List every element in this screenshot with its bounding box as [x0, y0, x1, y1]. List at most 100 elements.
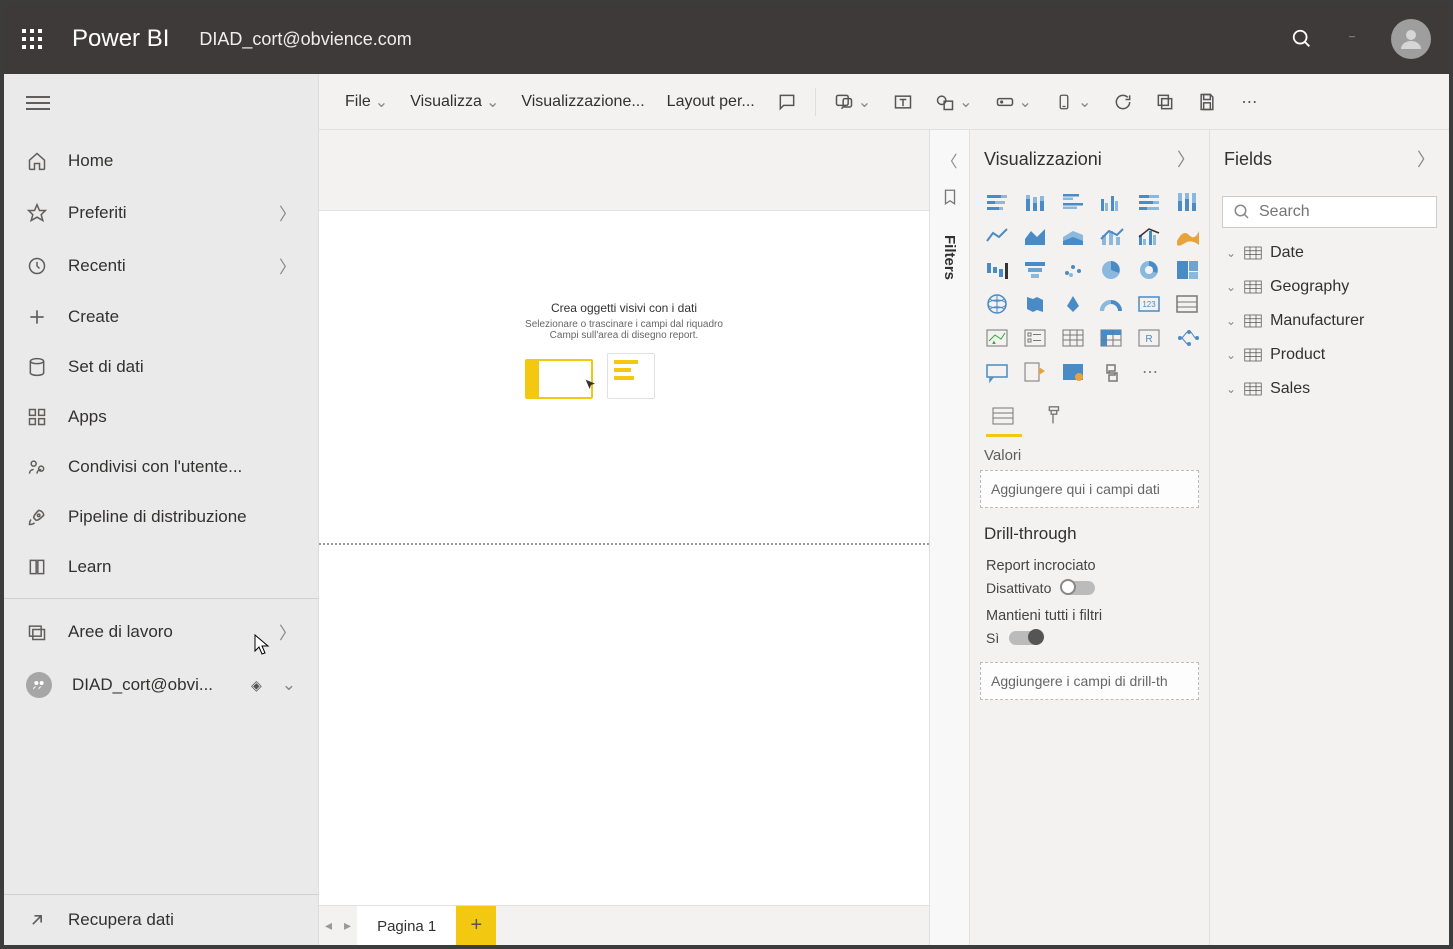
filters-label[interactable]: Filters [941, 235, 958, 280]
page-add-button[interactable]: + [456, 906, 496, 946]
table-icon [1244, 348, 1262, 362]
viz-line[interactable] [982, 222, 1014, 250]
viz-kpi[interactable]: ▲ [982, 324, 1014, 352]
viz-smart-narrative[interactable] [1058, 358, 1090, 386]
nav-current-workspace[interactable]: DIAD_cort@obvi... ◈ ⌄ [4, 658, 318, 712]
field-table-product[interactable]: ⌄Product [1210, 338, 1449, 372]
fields-search-input[interactable] [1259, 203, 1449, 221]
viz-ribbon[interactable] [1172, 222, 1204, 250]
viz-get-more[interactable]: ⋯ [1134, 358, 1166, 386]
viz-key-influencers[interactable] [1020, 358, 1052, 386]
viz-clustered-column[interactable] [1096, 188, 1128, 216]
nav-workspaces[interactable]: Aree di lavoro 〉 [4, 605, 318, 658]
viz-qa[interactable] [982, 358, 1014, 386]
fields-tab-icon[interactable] [988, 404, 1018, 428]
viz-100-column[interactable] [1172, 188, 1204, 216]
brand-title: Power BI [72, 25, 169, 53]
tb-buttons-dropdown[interactable]: ⌄ [987, 86, 1040, 118]
search-icon[interactable] [1291, 28, 1313, 50]
header-breadcrumb[interactable]: DIAD_cort@obvience.com [199, 29, 411, 50]
page-next[interactable]: ▸ [338, 917, 357, 934]
hamburger-icon[interactable] [4, 74, 318, 132]
viz-pane-title: Visualizzazioni [984, 149, 1102, 170]
viz-table[interactable] [1058, 324, 1090, 352]
cross-report-toggle[interactable] [1061, 581, 1095, 595]
viz-stacked-area[interactable] [1058, 222, 1090, 250]
viz-line-stacked-column[interactable] [1096, 222, 1128, 250]
keep-filters-toggle[interactable] [1009, 631, 1043, 645]
tb-textbox-icon[interactable] [885, 86, 921, 118]
tb-refresh-icon[interactable] [1105, 86, 1141, 118]
viz-slicer[interactable] [1020, 324, 1052, 352]
table-icon [1244, 280, 1262, 294]
page-tab-1[interactable]: Pagina 1 [357, 906, 456, 945]
drill-drop-zone[interactable]: Aggiungere i campi di drill-th [980, 662, 1199, 700]
nav-favorites[interactable]: Preferiti 〉 [4, 186, 318, 239]
nav-datasets[interactable]: Set di dati [4, 342, 318, 392]
field-table-manufacturer[interactable]: ⌄Manufacturer [1210, 304, 1449, 338]
values-drop-zone[interactable]: Aggiungere qui i campi dati [980, 470, 1199, 508]
more-icon[interactable] [1341, 28, 1363, 50]
nav-get-data[interactable]: Recupera dati [4, 894, 318, 945]
collapse-viz-icon[interactable]: 〉 [1177, 146, 1195, 172]
tb-duplicate-icon[interactable] [1147, 86, 1183, 118]
tb-mobile-dropdown[interactable]: ⌄ [1046, 86, 1099, 118]
tb-comment-icon[interactable] [769, 86, 805, 118]
tb-chat-dropdown[interactable]: ⌄ [826, 86, 879, 118]
viz-waterfall[interactable] [982, 256, 1014, 284]
viz-pie[interactable] [1096, 256, 1128, 284]
nav-home[interactable]: Home [4, 136, 318, 186]
viz-matrix[interactable] [1096, 324, 1128, 352]
field-table-sales[interactable]: ⌄Sales [1210, 372, 1449, 406]
viz-multi-card[interactable] [1172, 290, 1204, 318]
nav-learn[interactable]: Learn [4, 542, 318, 592]
menu-view[interactable]: Visualizza⌄ [402, 86, 507, 118]
report-canvas[interactable]: Crea oggetti visivi con i dati Seleziona… [319, 210, 929, 905]
viz-100-bar[interactable] [1134, 188, 1166, 216]
page-tabs: ◂ ▸ Pagina 1 + [319, 905, 929, 945]
shared-icon [26, 456, 48, 478]
viz-r[interactable]: R [1134, 324, 1166, 352]
viz-area[interactable] [1020, 222, 1052, 250]
bookmark-icon[interactable] [941, 188, 959, 211]
expand-filters-icon[interactable]: 〈 [941, 148, 957, 172]
nav-pipelines[interactable]: Pipeline di distribuzione [4, 492, 318, 542]
viz-clustered-bar[interactable] [1058, 188, 1090, 216]
viz-map[interactable] [982, 290, 1014, 318]
tb-more-icon[interactable]: ⋯ [1231, 86, 1267, 118]
nav-recent[interactable]: Recenti 〉 [4, 239, 318, 292]
tb-save-icon[interactable] [1189, 86, 1225, 118]
workspace-badge-icon [26, 672, 52, 698]
viz-decomposition[interactable] [1172, 324, 1204, 352]
viz-line-clustered-column[interactable] [1134, 222, 1166, 250]
page-prev[interactable]: ◂ [319, 917, 338, 934]
viz-treemap[interactable] [1172, 256, 1204, 284]
menu-visualization[interactable]: Visualizzazione... [513, 87, 652, 117]
avatar[interactable] [1391, 19, 1431, 59]
viz-python[interactable] [1096, 358, 1128, 386]
viz-funnel[interactable] [1020, 256, 1052, 284]
external-icon [26, 909, 48, 931]
menu-file[interactable]: File⌄ [337, 86, 396, 118]
viz-stacked-bar[interactable] [982, 188, 1014, 216]
field-table-geography[interactable]: ⌄Geography [1210, 270, 1449, 304]
viz-scatter[interactable] [1058, 256, 1090, 284]
viz-card[interactable]: 123 [1134, 290, 1166, 318]
menu-layout[interactable]: Layout per... [659, 87, 763, 117]
nav-shared[interactable]: Condivisi con l'utente... [4, 442, 318, 492]
format-tab-icon[interactable] [1038, 404, 1068, 428]
tb-shapes-dropdown[interactable]: ⌄ [927, 86, 980, 118]
viz-gauge[interactable] [1096, 290, 1128, 318]
chevron-right-icon: 〉 [279, 619, 296, 644]
field-table-date[interactable]: ⌄Date [1210, 236, 1449, 270]
nav-create[interactable]: Create [4, 292, 318, 342]
viz-donut[interactable] [1134, 256, 1166, 284]
viz-stacked-column[interactable] [1020, 188, 1052, 216]
drillthrough-header: Drill-through [970, 508, 1209, 552]
collapse-fields-icon[interactable]: 〉 [1417, 146, 1435, 172]
viz-filled-map[interactable] [1020, 290, 1052, 318]
app-launcher-icon[interactable] [22, 29, 42, 49]
fields-search[interactable] [1222, 196, 1437, 228]
nav-apps[interactable]: Apps [4, 392, 318, 442]
viz-azure-map[interactable] [1058, 290, 1090, 318]
